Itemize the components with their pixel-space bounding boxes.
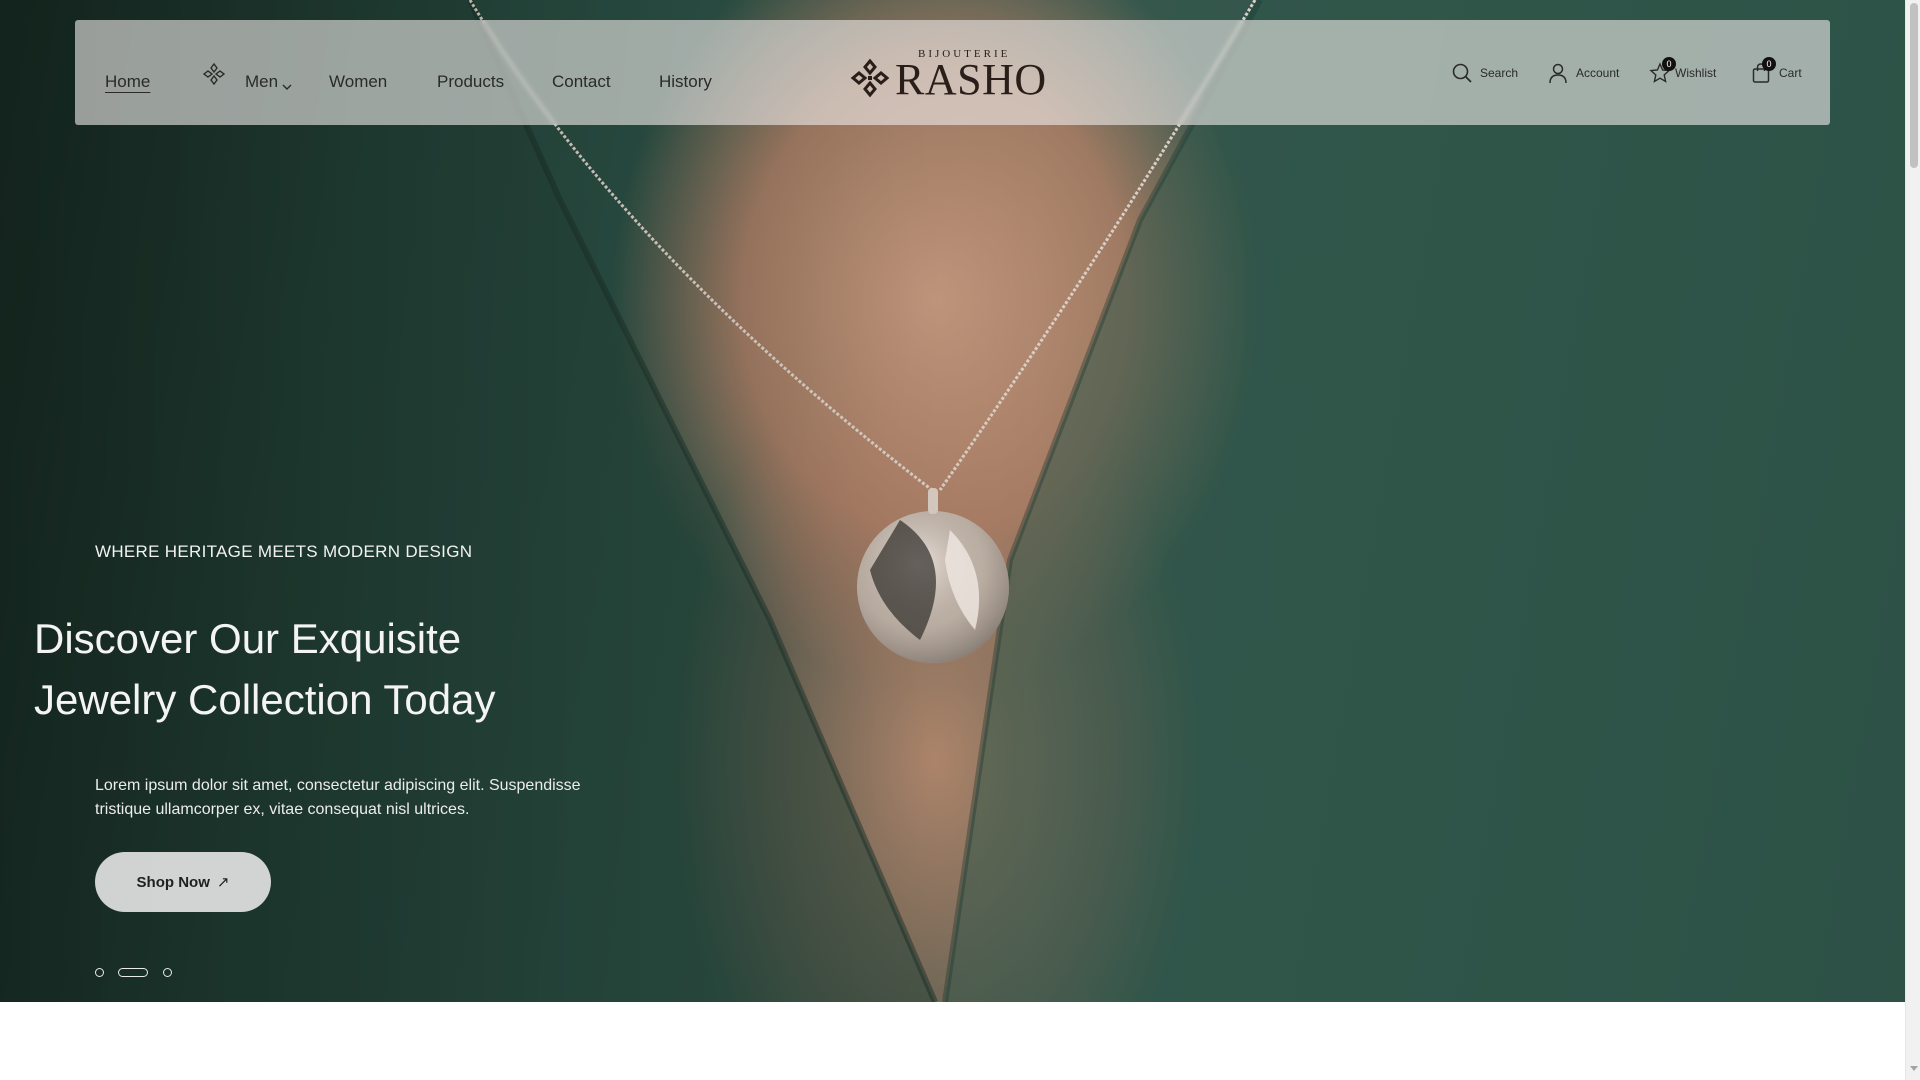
slider-dot-2[interactable]	[118, 968, 148, 977]
hero-headline-line1: Discover Our Exquisite	[34, 615, 462, 662]
search-icon	[1452, 63, 1472, 83]
cart-label: Cart	[1779, 65, 1802, 80]
search-label: Search	[1480, 65, 1519, 80]
chevron-down-icon[interactable]	[282, 84, 292, 91]
logo-wordmark: RASHO	[895, 55, 1047, 104]
diamond-flower-icon	[203, 63, 225, 85]
hero-eyebrow: WHERE HERITAGE MEETS MODERN DESIGN	[95, 542, 473, 561]
user-icon	[1549, 63, 1567, 83]
hero-banner: Home Men Women Products Contact History	[0, 0, 1905, 1002]
arrow-up-right-icon: ↗	[216, 874, 230, 891]
search-button[interactable]: Search	[1451, 20, 1518, 125]
hero-overlay	[0, 0, 1905, 1002]
nav-men[interactable]: Men	[245, 72, 278, 92]
account-label: Account	[1576, 65, 1620, 80]
page-scrollbar[interactable]	[1905, 0, 1920, 1080]
slider-dot-3[interactable]	[163, 968, 172, 977]
wishlist-button[interactable]: Wishlist	[1649, 20, 1716, 125]
logo-mark-icon	[850, 58, 890, 98]
nav-products[interactable]: Products	[437, 72, 504, 92]
hero-description: Lorem ipsum dolor sit amet, consectetur …	[95, 777, 581, 818]
account-button[interactable]: Account	[1547, 20, 1619, 125]
cart-count-badge: 0	[1762, 57, 1776, 71]
shop-now-label: Shop Now	[136, 873, 210, 891]
wishlist-count-badge: 0	[1662, 57, 1676, 71]
shop-now-button[interactable]: Shop Now ↗	[95, 852, 271, 912]
nav-contact[interactable]: Contact	[552, 72, 611, 92]
wishlist-label: Wishlist	[1675, 65, 1717, 80]
hero-headline: Discover Our Exquisite Jewelry Collectio…	[34, 608, 634, 730]
cart-button[interactable]: Cart	[1750, 20, 1802, 125]
site-logo[interactable]: BIJOUTERIE RASHO	[850, 48, 1060, 118]
scrollbar-thumb[interactable]	[1910, 3, 1918, 168]
page: Home Men Women Products Contact History	[0, 0, 1920, 1080]
nav-women[interactable]: Women	[329, 72, 387, 92]
site-header: Home Men Women Products Contact History	[75, 20, 1830, 125]
scroll-down-arrow-icon[interactable]	[1910, 1066, 1918, 1071]
slider-dot-1[interactable]	[95, 968, 104, 977]
nav-home[interactable]: Home	[105, 72, 150, 92]
hero-headline-line2: Jewelry Collection Today	[34, 676, 496, 723]
nav-history[interactable]: History	[659, 72, 712, 92]
